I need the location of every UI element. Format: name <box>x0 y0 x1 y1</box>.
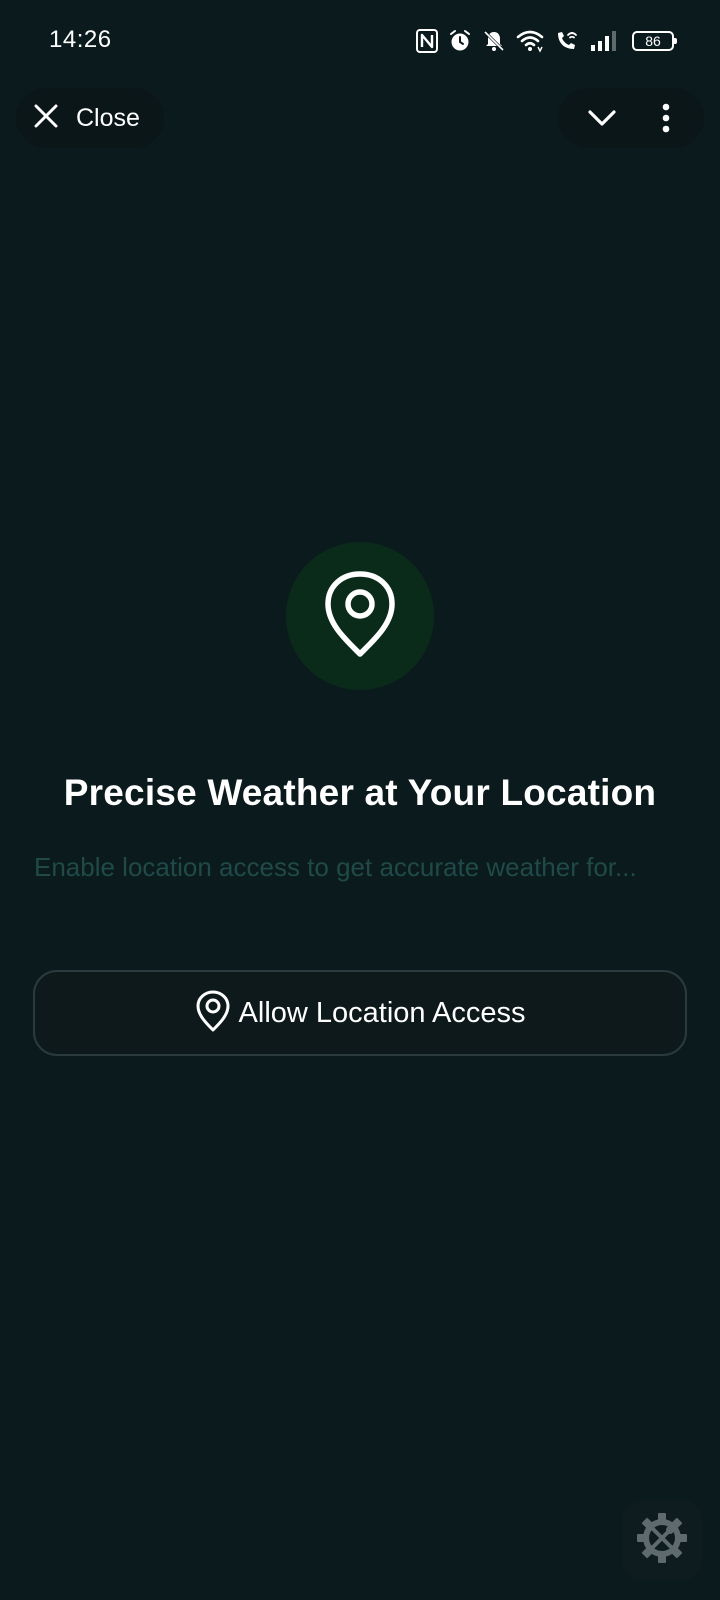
nfc-icon <box>416 29 438 53</box>
allow-location-button[interactable]: Allow Location Access <box>33 970 687 1056</box>
location-pin-icon <box>195 990 231 1037</box>
status-bar: 14:26 86 <box>0 0 720 84</box>
top-actions <box>558 88 704 148</box>
signal-icon <box>590 30 618 52</box>
settings-tools-button[interactable] <box>622 1500 702 1580</box>
close-button[interactable]: Close <box>16 88 164 148</box>
screen: 14:26 86 Close Precise Weather at Your L… <box>0 0 720 1600</box>
page-title: Precise Weather at Your Location <box>63 772 657 813</box>
status-icons: 86 <box>416 26 677 56</box>
close-label: Close <box>76 103 140 132</box>
allow-location-label: Allow Location Access <box>238 996 526 1029</box>
location-pin-icon <box>324 570 396 663</box>
bell-off-icon <box>482 29 506 53</box>
more-vertical-icon[interactable] <box>646 98 686 138</box>
chevron-down-icon[interactable] <box>582 98 622 138</box>
battery-icon: 86 <box>632 31 677 51</box>
wifi-call-icon <box>554 29 580 53</box>
close-icon <box>33 103 59 134</box>
settings-tools-icon <box>634 1510 690 1571</box>
wifi-icon <box>516 29 544 53</box>
alarm-icon <box>448 29 472 53</box>
status-time: 14:26 <box>49 26 112 53</box>
page-subtitle: Enable location access to get accurate w… <box>34 852 637 882</box>
battery-level: 86 <box>645 33 661 49</box>
location-hero-badge <box>286 542 434 690</box>
